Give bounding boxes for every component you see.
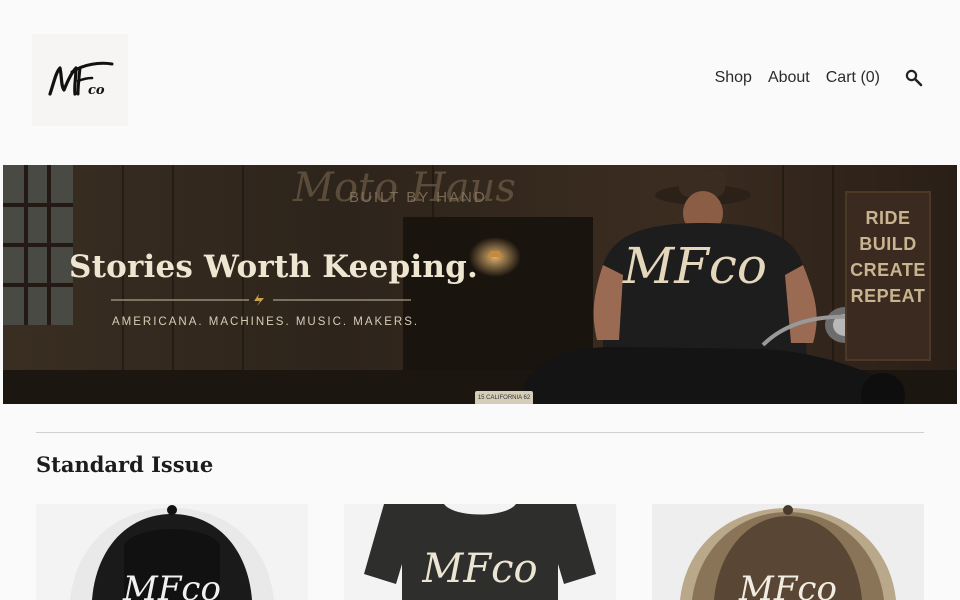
main-nav: Shop About Cart 0	[699, 68, 924, 88]
nav-about-link[interactable]: About	[768, 68, 810, 88]
site-header: co Shop About Cart 0	[0, 0, 960, 165]
product-image: MFco	[652, 504, 924, 600]
ride-build-sign: RIDE BUILD CREATE REPEAT	[845, 191, 931, 361]
site-logo[interactable]: co	[32, 34, 128, 126]
banner-tagline: AMERICANA. MACHINES. MUSIC. MAKERS.	[112, 316, 420, 328]
banner-divider-bolt-icon	[111, 294, 411, 306]
product-card-charcoal-tee[interactable]: MFco	[344, 504, 616, 600]
product-card-brown-hat[interactable]: MFco	[652, 504, 924, 600]
search-icon	[905, 69, 923, 87]
product-image: MFco	[344, 504, 616, 600]
search-button[interactable]	[904, 68, 924, 88]
hero-banner[interactable]: Moto Haus BUILT BY HAND RIDE BUILD CREAT…	[3, 165, 957, 404]
section-title: Standard Issue	[36, 452, 214, 477]
cart-count: 0	[860, 69, 880, 86]
nav-cart-link[interactable]: Cart 0	[826, 68, 880, 88]
sign-line: REPEAT	[850, 286, 926, 306]
sign-line: CREATE	[850, 260, 926, 280]
shirt-logo: MFco	[623, 237, 767, 295]
mfco-logo-mark: co	[48, 61, 114, 98]
cart-label: Cart	[825, 69, 856, 86]
license-plate: 15 CALIFORNIA 62	[475, 391, 533, 404]
svg-text:co: co	[88, 83, 105, 98]
sign-line: BUILD	[859, 234, 917, 254]
product-card-black-hat[interactable]: MFco	[36, 504, 308, 600]
product-image: MFco	[36, 504, 308, 600]
banner-headline: Stories Worth Keeping.	[69, 249, 478, 285]
sign-line: RIDE	[865, 208, 911, 228]
section-divider	[36, 432, 924, 433]
product-logo: MFco	[421, 546, 537, 592]
wall-painted-subtext: BUILT BY HAND	[349, 189, 487, 206]
product-logo: MFco	[738, 569, 837, 600]
nav-shop-link[interactable]: Shop	[715, 68, 752, 88]
product-logo: MFco	[122, 569, 221, 600]
